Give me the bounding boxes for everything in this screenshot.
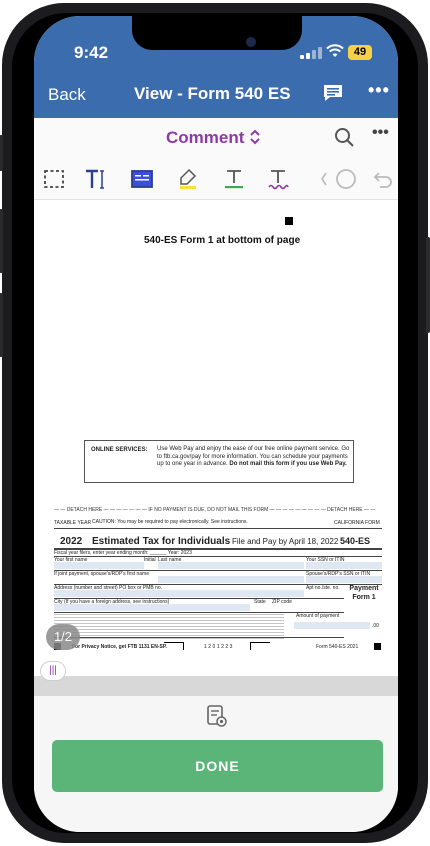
- amount-field[interactable]: [294, 622, 370, 629]
- form-code: 540-ES: [340, 536, 371, 546]
- online-services-bold: Do not mail this form if you use Web Pay…: [229, 461, 347, 467]
- online-services-box: ONLINE SERVICES: Use Web Pay and enjoy t…: [84, 440, 354, 483]
- amount-label: Amount of payment: [296, 613, 340, 619]
- state-label: State: [254, 599, 266, 605]
- zip-label: ZIP code: [272, 599, 292, 605]
- camera-icon: [246, 37, 256, 47]
- back-button[interactable]: Back: [48, 85, 86, 105]
- spouse-ssn-field[interactable]: [306, 576, 382, 583]
- detach-line: — — DETACH HERE — — — — — — — IF NO PAYM…: [54, 507, 376, 513]
- divider-icon: [321, 172, 327, 186]
- select-rect-icon[interactable]: [42, 167, 66, 191]
- signal-icon: [300, 47, 322, 59]
- text-tool-icon[interactable]: [84, 167, 108, 191]
- initial-label: Initial: [144, 557, 156, 563]
- spouse-name-field[interactable]: [158, 576, 304, 583]
- page-title: View - Form 540 ES: [134, 84, 291, 103]
- form-year: 2022: [60, 536, 83, 547]
- amount-cents: .00: [372, 623, 379, 629]
- form-540es: TAXABLE YEAR CAUTION: You may be require…: [54, 519, 382, 650]
- undo-icon[interactable]: [370, 167, 394, 191]
- apt-label: Apt no./ste. no.: [306, 585, 340, 591]
- underline-icon[interactable]: [222, 167, 246, 191]
- online-services-label: ONLINE SERVICES:: [91, 447, 148, 453]
- highlighter-icon[interactable]: [176, 167, 200, 191]
- city-field[interactable]: [54, 604, 250, 611]
- california-form: CALIFORNIA FORM: [334, 520, 380, 526]
- barcode-number: 1201223: [204, 644, 234, 650]
- done-button[interactable]: DONE: [52, 740, 383, 792]
- squiggle-icon[interactable]: [266, 167, 290, 191]
- status-time: 9:42: [74, 43, 109, 62]
- screen: 9:42 49 Back View - Form 540 ES ••• Comm…: [34, 16, 398, 832]
- document-heading: 540-ES Form 1 at bottom of page: [144, 235, 301, 246]
- volume-down-button: [0, 293, 3, 357]
- spouse-name-label: If joint payment, spouse's/RDP's first n…: [54, 571, 150, 577]
- annotation-toolbar: [34, 158, 398, 200]
- footer-bar: DONE: [34, 696, 398, 832]
- page-gap: [34, 676, 398, 696]
- document-viewer[interactable]: 540-ES Form 1 at bottom of page ONLINE S…: [34, 201, 398, 676]
- more-icon[interactable]: •••: [368, 80, 390, 101]
- taxable-year: TAXABLE YEAR: [54, 520, 92, 526]
- privacy-notice: For Privacy Notice, get FTB 1131 EN-SP.: [72, 644, 167, 650]
- volume-up-button: [0, 209, 3, 273]
- form-footer-code: Form 540-ES 2021: [316, 644, 359, 650]
- top-nav: Back View - Form 540 ES •••: [34, 74, 398, 118]
- read-mode-icon[interactable]: [206, 704, 228, 728]
- text-box-icon[interactable]: [130, 167, 154, 191]
- form-marker-right: [374, 643, 381, 650]
- more-icon[interactable]: •••: [372, 124, 389, 142]
- form-title: Estimated Tax for Individuals: [92, 536, 231, 547]
- shape-icon[interactable]: [334, 167, 358, 191]
- search-icon[interactable]: [334, 127, 354, 147]
- scroll-handle-icon[interactable]: |||: [40, 661, 66, 681]
- caution-text: CAUTION: You may be required to pay elec…: [92, 519, 248, 525]
- ssn-field[interactable]: [306, 562, 382, 569]
- last-name-field[interactable]: [158, 562, 304, 569]
- annotation-mode-bar: Comment •••: [34, 118, 398, 158]
- corner-marker: [285, 217, 293, 225]
- payment-form-label: Payment Form 1: [349, 585, 379, 601]
- first-name-field[interactable]: [54, 562, 144, 569]
- wifi-icon: [326, 44, 344, 57]
- page-indicator: 1/2: [46, 624, 80, 650]
- chevron-updown-icon[interactable]: [249, 129, 261, 145]
- mute-switch: [0, 135, 3, 171]
- notch: [132, 16, 302, 50]
- form-pay-by: File and Pay by April 18, 2022: [232, 537, 339, 546]
- mode-selector[interactable]: Comment: [166, 128, 244, 148]
- battery-badge: 49: [348, 45, 372, 60]
- address-field[interactable]: [54, 590, 304, 597]
- status-bar: 9:42 49: [34, 16, 398, 74]
- bracket: [164, 642, 184, 650]
- comment-bubble-icon[interactable]: [322, 83, 344, 103]
- online-services-text: Use Web Pay and enjoy the ease of our fr…: [157, 446, 350, 467]
- bracket: [250, 642, 270, 650]
- power-button: [426, 237, 430, 333]
